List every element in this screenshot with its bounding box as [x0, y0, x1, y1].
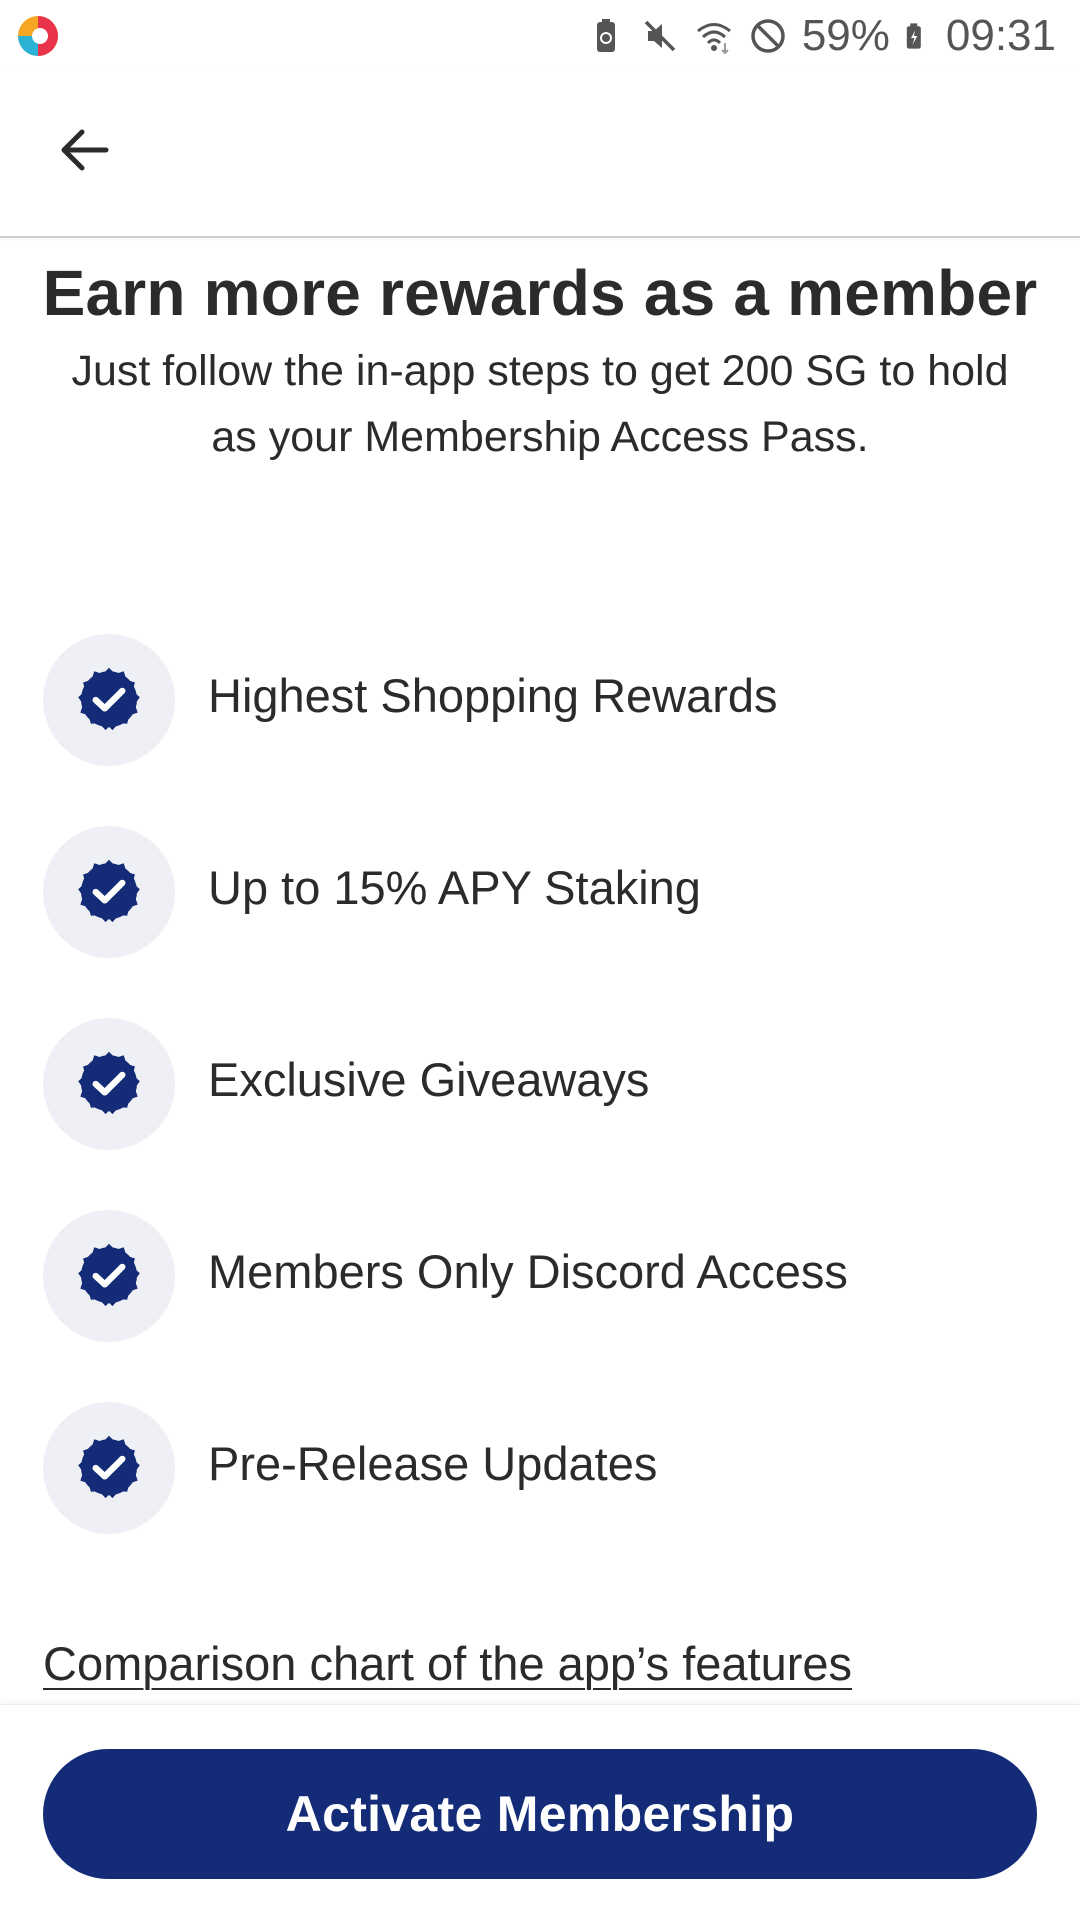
verified-check-icon: [74, 1433, 144, 1503]
verified-check-icon: [74, 857, 144, 927]
comparison-chart-link[interactable]: Comparison chart of the app’s features: [43, 1634, 852, 1694]
arrow-left-icon: [61, 129, 109, 171]
page-subtitle: Just follow the in-app steps to get 200 …: [71, 347, 1009, 461]
activate-membership-button[interactable]: Activate Membership: [43, 1749, 1037, 1879]
benefit-label: Pre-Release Updates: [208, 1437, 658, 1490]
do-not-disturb-icon: [751, 19, 785, 53]
badge-container: [43, 826, 175, 958]
badge-container: [43, 634, 175, 766]
benefit-label: Up to 15% APY Staking: [208, 861, 701, 914]
benefit-label: Highest Shopping Rewards: [208, 669, 778, 722]
badge-container: [43, 1210, 175, 1342]
list-item: Up to 15% APY Staking: [0, 826, 1080, 1018]
benefit-label: Members Only Discord Access: [208, 1245, 848, 1298]
benefit-label: Exclusive Giveaways: [208, 1053, 650, 1106]
battery-percent: 59%: [801, 11, 890, 60]
app-bar: [0, 72, 1080, 238]
status-icons: 59% 09:31: [586, 10, 1056, 62]
badge-container: [43, 1018, 175, 1150]
mute-icon: [644, 20, 676, 52]
verified-check-icon: [74, 1049, 144, 1119]
verified-check-icon: [74, 1241, 144, 1311]
battery-saver-icon: [596, 19, 615, 52]
clock: 09:31: [945, 11, 1056, 60]
benefits-list: Highest Shopping Rewards Up to 15% APY S…: [0, 634, 1080, 1594]
app-logo-icon: [18, 16, 58, 56]
wifi-icon: [696, 23, 731, 55]
back-button[interactable]: [44, 118, 124, 182]
page-title: Earn more rewards as a member: [42, 257, 1038, 329]
verified-check-icon: [74, 665, 144, 735]
status-bar: 59% 09:31: [0, 0, 1080, 72]
list-item: Highest Shopping Rewards: [0, 634, 1080, 826]
list-item: Exclusive Giveaways: [0, 1018, 1080, 1210]
list-item: Pre-Release Updates: [0, 1402, 1080, 1594]
battery-charging-icon: [906, 23, 921, 49]
list-item: Members Only Discord Access: [0, 1210, 1080, 1402]
bottom-action-bar: Activate Membership: [0, 1704, 1080, 1921]
badge-container: [43, 1402, 175, 1534]
